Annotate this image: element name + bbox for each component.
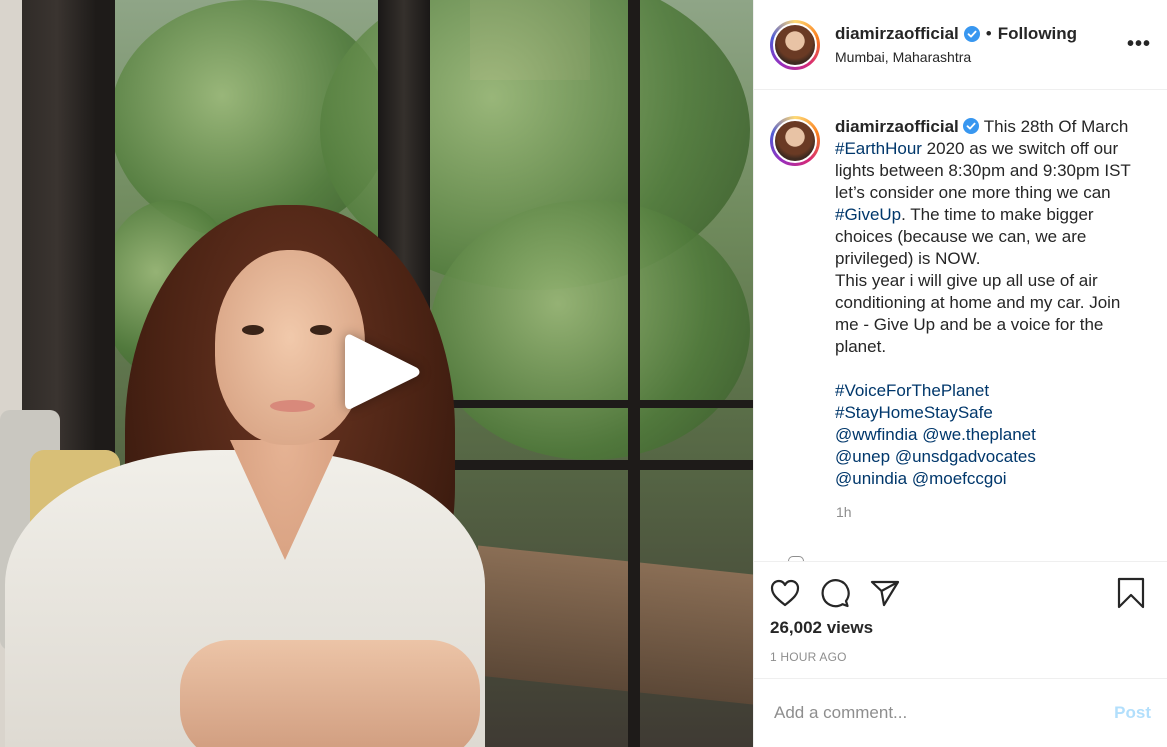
verified-badge-icon (962, 118, 979, 134)
caption-tags: #VoiceForThePlanet #StayHomeStaySafe @ww… (835, 380, 1075, 490)
post-timestamp[interactable]: 1 HOUR AGO (770, 650, 1151, 664)
bookmark-icon (1117, 577, 1145, 609)
save-button[interactable] (1117, 576, 1157, 610)
person-mouth (270, 400, 315, 412)
action-row (770, 576, 1151, 610)
verified-badge-icon (963, 26, 980, 42)
caption-username-link[interactable]: diamirzaofficial (835, 117, 959, 136)
post-side-panel: diamirzaofficial • Following Mumbai, Mah… (753, 0, 1167, 747)
post-video[interactable] (0, 0, 753, 747)
caption-time[interactable]: 1h (836, 504, 1151, 520)
hashtag-link[interactable]: @unsdgadvocates (895, 447, 1036, 466)
share-icon (870, 580, 900, 607)
caption-paragraph-1: diamirzaofficial This 28th Of March #Eart… (835, 116, 1147, 270)
hashtag-link[interactable]: @moefccgoi (912, 469, 1007, 488)
person-arms (180, 640, 480, 747)
avatar[interactable] (770, 19, 820, 70)
caption-text-fragment: This 28th Of March (983, 117, 1129, 136)
separator-dot: • (985, 24, 992, 43)
window-rail (430, 400, 753, 408)
hashtag-link[interactable]: @wwfindia (835, 425, 917, 444)
share-button[interactable] (870, 576, 910, 610)
post-header: diamirzaofficial • Following Mumbai, Mah… (754, 0, 1167, 90)
window-frame (628, 0, 640, 747)
view-count[interactable]: 26,002 views (770, 618, 1151, 638)
like-button[interactable] (770, 576, 810, 610)
caption-spacer (835, 358, 1147, 380)
caption-body: diamirzaofficial This 28th Of March #Eart… (835, 116, 1147, 490)
comment-form: Post (754, 678, 1167, 747)
header-text: diamirzaofficial • Following Mumbai, Mah… (835, 24, 1127, 65)
play-button[interactable] (342, 330, 422, 414)
post-comment-button[interactable]: Post (1114, 703, 1151, 723)
avatar-image (773, 22, 817, 67)
instagram-post: diamirzaofficial • Following Mumbai, Mah… (0, 0, 1167, 747)
avatar[interactable] (770, 116, 820, 166)
hashtag-link[interactable]: #VoiceForThePlanet (835, 381, 989, 400)
location-link[interactable]: Mumbai, Maharashtra (835, 49, 1127, 65)
hashtag-link[interactable]: @unep (835, 447, 890, 466)
play-icon (345, 334, 420, 409)
username-link[interactable]: diamirzaofficial (835, 24, 959, 44)
caption-text: This 28th Of March #EarthHour 2020 as we… (835, 117, 1130, 268)
hashtag-link[interactable]: @we.theplanet (922, 425, 1036, 444)
caption-paragraph-2: This year i will give up all use of air … (835, 271, 1121, 356)
comment-icon (821, 579, 850, 608)
hashtag-link[interactable]: #StayHomeStaySafe (835, 403, 993, 422)
heart-icon (770, 579, 800, 607)
comment-button[interactable] (820, 576, 860, 610)
post-actions: 26,002 views 1 HOUR AGO (754, 561, 1167, 678)
comment-input[interactable] (774, 703, 1115, 723)
header-line: diamirzaofficial • Following (835, 24, 1127, 44)
person-eye (242, 325, 264, 335)
person-eye (310, 325, 332, 335)
next-comment-stub (788, 556, 804, 561)
window-rail (430, 460, 753, 470)
comments-section: diamirzaofficial This 28th Of March #Eart… (754, 90, 1167, 561)
hashtag-link[interactable]: @unindia (835, 469, 907, 488)
background-planter (478, 545, 753, 705)
caption: diamirzaofficial This 28th Of March #Eart… (770, 116, 1151, 490)
avatar-image (773, 119, 817, 163)
hashtag-link[interactable]: #GiveUp (835, 205, 901, 224)
following-button[interactable]: Following (998, 24, 1077, 44)
hashtag-link[interactable]: #EarthHour (835, 139, 922, 158)
more-options-icon[interactable]: ••• (1127, 33, 1151, 56)
background-foliage (430, 200, 750, 460)
